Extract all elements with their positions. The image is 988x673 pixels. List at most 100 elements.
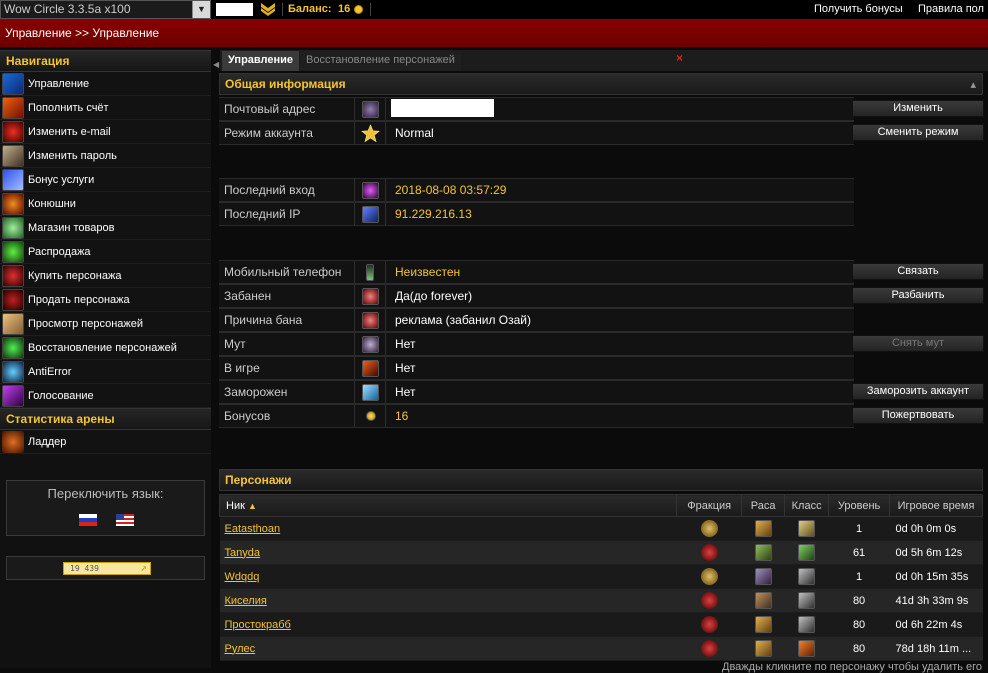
info-label: Последний вход [219, 179, 355, 201]
table-row[interactable]: Киселия 80 41d 3h 33m 9s [219, 588, 983, 613]
col-nick[interactable]: Ник ▲ [218, 494, 678, 517]
table-row[interactable]: Wdqdq 1 0d 0h 15m 35s [219, 564, 983, 589]
class-icon [798, 544, 816, 561]
divider [370, 3, 371, 16]
character-level: 80 [828, 612, 890, 637]
character-name[interactable]: Wdqdq [219, 564, 677, 589]
sidebar-item-shop[interactable]: Магазин товаров [0, 216, 211, 240]
col-race[interactable]: Раса [741, 494, 786, 517]
antierror-icon [2, 360, 24, 383]
sidebar-item-label: Купить персонажа [28, 269, 122, 282]
sidebar-item-restore-chars[interactable]: Восстановление персонажей [0, 336, 211, 360]
delete-hint: Дважды кликните по персонажу чтобы удали… [722, 661, 983, 673]
topup-icon [2, 96, 24, 119]
table-row[interactable]: Рулес 80 78d 18h 11m ... [219, 636, 983, 661]
info-row-in-game: В игре Нет [219, 356, 854, 380]
race-icon [754, 592, 772, 609]
stables-icon [2, 192, 24, 215]
phone-icon [366, 264, 374, 281]
sidebar-item-view-chars[interactable]: Просмотр персонажей [0, 312, 211, 336]
get-bonuses-link[interactable]: Получить бонусы [814, 3, 903, 15]
col-faction[interactable]: Фракция [676, 494, 743, 517]
server-select[interactable]: Wow Circle 3.3.5a x100 ▼ [0, 0, 211, 19]
buy-character-icon [2, 264, 24, 287]
server-select-value: Wow Circle 3.3.5a x100 [4, 2, 131, 16]
character-name[interactable]: Простокрабб [219, 612, 677, 637]
sidebar-item-vote[interactable]: Голосование [0, 384, 211, 408]
sidebar-item-label: Управление [28, 77, 90, 90]
sidebar-item-antierror[interactable]: AntiError [0, 360, 211, 384]
class-icon [798, 640, 816, 657]
col-nick-label: Ник [226, 499, 245, 512]
info-label: Бонусов [219, 405, 355, 427]
vote-icon [2, 384, 24, 407]
info-row-phone: Мобильный телефон Неизвестен [219, 260, 854, 284]
change-mode-button[interactable]: Сменить режим [852, 124, 984, 141]
character-name[interactable]: Eatasthoan [219, 516, 677, 541]
table-row[interactable]: Eatasthoan 1 0d 0h 0m 0s [219, 516, 983, 541]
freeze-account-button[interactable]: Заморозить аккаунт [852, 383, 984, 400]
flag-us-icon[interactable] [116, 514, 134, 526]
sidebar-item-email[interactable]: Изменить e-mail [0, 120, 211, 144]
sidebar-item-label: Ладдер [28, 435, 67, 448]
alliance-icon [700, 568, 718, 585]
character-name[interactable]: Рулес [219, 636, 677, 661]
info-value: 2018-08-08 03:57:29 [395, 183, 507, 197]
race-icon [754, 520, 772, 537]
divider [282, 3, 283, 16]
horde-icon [700, 592, 718, 609]
col-level[interactable]: Уровень [828, 494, 891, 517]
tab-bar: Управление Восстановление персонажей × [220, 50, 988, 71]
sidebar-item-manage[interactable]: Управление [0, 72, 211, 96]
sidebar-item-buy-char[interactable]: Купить персонажа [0, 264, 211, 288]
donate-button[interactable]: Пожертвовать [852, 407, 984, 424]
collapse-up-icon[interactable]: ▴ [970, 75, 976, 95]
close-icon[interactable]: × [676, 51, 683, 65]
info-label: Забанен [219, 285, 355, 307]
ip-icon [362, 206, 379, 223]
sidebar-item-topup[interactable]: Пополнить счёт [0, 96, 211, 120]
sort-asc-icon: ▲ [247, 500, 257, 511]
tab-restore-characters[interactable]: Восстановление персонажей [300, 51, 461, 71]
breadcrumb: Управление >> Управление [0, 19, 988, 48]
link-phone-button[interactable]: Связать [852, 263, 984, 280]
sale-icon [2, 240, 24, 263]
characters-section-header: Персонажи [219, 469, 983, 491]
character-name[interactable]: Tanyda [219, 540, 677, 565]
col-class[interactable]: Класс [784, 494, 830, 517]
table-row[interactable]: Простокрабб 80 0d 6h 22m 4s [219, 612, 983, 637]
rules-link[interactable]: Правила пол [918, 3, 984, 15]
sidebar-item-ladder[interactable]: Ладдер [0, 430, 211, 454]
change-email-button[interactable]: Изменить [852, 100, 984, 117]
flag-ru-icon[interactable] [79, 514, 97, 526]
sidebar-item-bonus[interactable]: Бонус услуги [0, 168, 211, 192]
col-playtime[interactable]: Игровое время [889, 494, 983, 517]
sidebar-item-stables[interactable]: Конюшни [0, 192, 211, 216]
tab-manage[interactable]: Управление [222, 51, 300, 71]
sidebar-item-label: Изменить пароль [28, 149, 117, 162]
visit-counter[interactable]: 19 439 [63, 562, 151, 575]
mute-icon [362, 336, 379, 353]
character-level: 80 [828, 588, 890, 613]
character-level: 1 [828, 564, 890, 589]
info-section-header: Общая информация ▴ [219, 73, 983, 95]
character-playtime: 0d 0h 0m 0s [889, 516, 983, 541]
language-switcher: Переключить язык: [6, 480, 205, 536]
sidebar-item-password[interactable]: Изменить пароль [0, 144, 211, 168]
table-row[interactable]: Tanyda 61 0d 5h 6m 12s [219, 540, 983, 565]
info-row-mode: Режим аккаунта Normal [219, 121, 854, 145]
sidebar-item-sale[interactable]: Распродажа [0, 240, 211, 264]
sidebar-item-sell-char[interactable]: Продать персонажа [0, 288, 211, 312]
character-name[interactable]: Киселия [219, 588, 677, 613]
info-value: 16 [395, 409, 409, 423]
collapse-left-icon[interactable]: ◀ [213, 60, 219, 69]
info-value: 91.229.216.13 [395, 207, 472, 221]
chevron-down-icon[interactable]: ▼ [192, 1, 210, 18]
info-value: Normal [395, 126, 434, 140]
unban-button[interactable]: Разбанить [852, 287, 984, 304]
info-value: реклама (забанил Озай) [395, 313, 531, 327]
character-playtime: 0d 0h 15m 35s [889, 564, 983, 589]
unmute-button[interactable]: Снять мут [852, 335, 984, 352]
balance-value: 16 [338, 3, 351, 15]
alliance-icon [700, 520, 718, 537]
